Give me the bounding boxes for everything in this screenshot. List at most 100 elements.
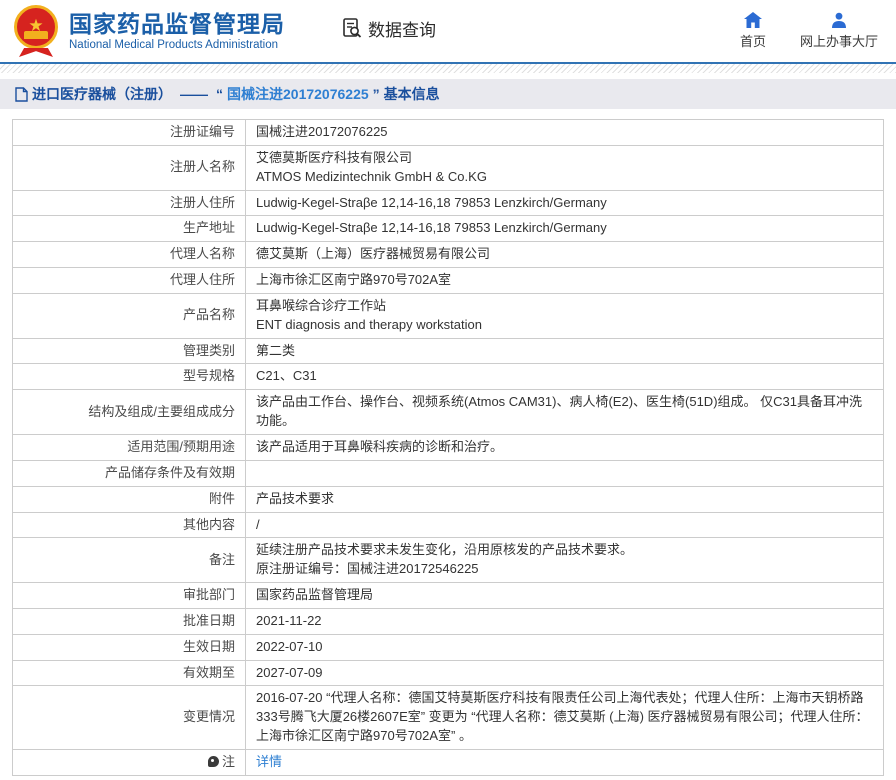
row-label: 注册证编号 bbox=[13, 120, 246, 146]
row-value: 2022-07-10 bbox=[246, 634, 884, 660]
site-subtitle: National Medical Products Administration bbox=[69, 39, 285, 51]
table-row: 管理类别第二类 bbox=[13, 338, 884, 364]
breadcrumb-quote-open: “ bbox=[216, 86, 223, 102]
table-row: 型号规格 C21、C31 bbox=[13, 364, 884, 390]
row-value: Ludwig-Kegel-Straβe 12,14-16,18 79853 Le… bbox=[246, 216, 884, 242]
row-value-line: Ludwig-Kegel-Straβe 12,14-16,18 79853 Le… bbox=[256, 219, 873, 238]
row-value-line: 该产品适用于耳鼻喉科疾病的诊断和治疗。 bbox=[256, 438, 873, 457]
table-row: 变更情况2016-07-20 “代理人名称：德国艾特莫斯医疗科技有限责任公司上海… bbox=[13, 686, 884, 750]
breadcrumb-separator: —— bbox=[180, 86, 208, 102]
breadcrumb-quote-close: ” bbox=[373, 86, 380, 102]
row-label: 注册人住所 bbox=[13, 190, 246, 216]
row-label: 产品储存条件及有效期 bbox=[13, 460, 246, 486]
row-label: 其他内容 bbox=[13, 512, 246, 538]
table-row: 适用范围/预期用途该产品适用于耳鼻喉科疾病的诊断和治疗。 bbox=[13, 434, 884, 460]
document-search-icon bbox=[341, 17, 363, 39]
row-value: 该产品由工作台、操作台、视频系统(Atmos CAM31)、病人椅(E2)、医生… bbox=[246, 390, 884, 435]
row-value-line: 艾德莫斯医疗科技有限公司 bbox=[256, 149, 873, 168]
row-value-line bbox=[256, 464, 873, 483]
row-label: 产品名称 bbox=[13, 293, 246, 338]
row-label: 附件 bbox=[13, 486, 246, 512]
table-row: 注详情 bbox=[13, 749, 884, 775]
nav-online-hall-label: 网上办事大厅 bbox=[800, 31, 878, 50]
row-label: 有效期至 bbox=[13, 660, 246, 686]
row-value-line: 2016-07-20 “代理人名称：德国艾特莫斯医疗科技有限责任公司上海代表处；… bbox=[256, 689, 873, 746]
row-value-line: 国家药品监督管理局 bbox=[256, 586, 873, 605]
table-row: 审批部门国家药品监督管理局 bbox=[13, 583, 884, 609]
table-row: 注册人名称艾德莫斯医疗科技有限公司ATMOS Medizintechnik Gm… bbox=[13, 145, 884, 190]
row-value-line: 上海市徐汇区南宁路970号702A室 bbox=[256, 271, 873, 290]
row-value: 2016-07-20 “代理人名称：德国艾特莫斯医疗科技有限责任公司上海代表处；… bbox=[246, 686, 884, 750]
header-nav: 首页 网上办事大厅 bbox=[740, 12, 878, 50]
row-value-line: 原注册证编号：国械注进20172546225 bbox=[256, 560, 873, 579]
table-row: 注册人住所 Ludwig-Kegel-Straβe 12,14-16,18 798… bbox=[13, 190, 884, 216]
emblem-ring: ★ bbox=[14, 5, 58, 49]
row-label: 型号规格 bbox=[13, 364, 246, 390]
table-row: 代理人名称德艾莫斯（上海）医疗器械贸易有限公司 bbox=[13, 242, 884, 268]
row-value-line: / bbox=[256, 516, 873, 535]
data-query-label: 数据查询 bbox=[368, 16, 436, 41]
row-label: 管理类别 bbox=[13, 338, 246, 364]
row-value: 国家药品监督管理局 bbox=[246, 583, 884, 609]
page: ★ 国家药品监督管理局 National Medical Products Ad… bbox=[0, 0, 896, 780]
national-emblem-logo: ★ bbox=[12, 4, 60, 58]
emblem-gate bbox=[24, 31, 48, 39]
table-row: 产品储存条件及有效期 bbox=[13, 460, 884, 486]
row-value-line: 德艾莫斯（上海）医疗器械贸易有限公司 bbox=[256, 245, 873, 264]
table-row: 注册证编号国械注进20172076225 bbox=[13, 120, 884, 146]
row-label: 备注 bbox=[13, 538, 246, 583]
row-value: Ludwig-Kegel-Straβe 12,14-16,18 79853 Le… bbox=[246, 190, 884, 216]
row-value: 延续注册产品技术要求未发生变化，沿用原核发的产品技术要求。原注册证编号：国械注进… bbox=[246, 538, 884, 583]
table-row: 有效期至 2027-07-09 bbox=[13, 660, 884, 686]
row-value-line: 2027-07-09 bbox=[256, 664, 873, 683]
nav-home[interactable]: 首页 bbox=[740, 12, 766, 50]
row-value: 产品技术要求 bbox=[246, 486, 884, 512]
nav-online-hall[interactable]: 网上办事大厅 bbox=[800, 12, 878, 50]
row-value: 耳鼻喉综合诊疗工作站ENT diagnosis and therapy work… bbox=[246, 293, 884, 338]
registration-info-table-wrap: 注册证编号国械注进20172076225注册人名称艾德莫斯医疗科技有限公司ATM… bbox=[0, 109, 896, 780]
site-header: ★ 国家药品监督管理局 National Medical Products Ad… bbox=[0, 0, 896, 62]
detail-link[interactable]: 详情 bbox=[256, 754, 282, 769]
user-icon bbox=[831, 12, 847, 28]
home-icon bbox=[744, 12, 762, 28]
row-value: 第二类 bbox=[246, 338, 884, 364]
breadcrumb-registration-number: 国械注进20172076225 bbox=[227, 84, 369, 104]
table-row: 生效日期2022-07-10 bbox=[13, 634, 884, 660]
row-label: 注 bbox=[13, 749, 246, 775]
data-query-nav[interactable]: 数据查询 bbox=[341, 16, 436, 41]
breadcrumb-suffix: 基本信息 bbox=[384, 84, 440, 104]
row-value: 艾德莫斯医疗科技有限公司ATMOS Medizintechnik GmbH & … bbox=[246, 145, 884, 190]
row-value: C21、C31 bbox=[246, 364, 884, 390]
row-value-line: ENT diagnosis and therapy workstation bbox=[256, 316, 873, 335]
row-value: 详情 bbox=[246, 749, 884, 775]
nav-home-label: 首页 bbox=[740, 31, 766, 50]
row-value: 2021-11-22 bbox=[246, 608, 884, 634]
table-row: 生产地址 Ludwig-Kegel-Straβe 12,14-16,18 7985… bbox=[13, 216, 884, 242]
row-label: 注册人名称 bbox=[13, 145, 246, 190]
row-value-line: 产品技术要求 bbox=[256, 490, 873, 509]
table-row: 其他内容 / bbox=[13, 512, 884, 538]
row-value-line: Ludwig-Kegel-Straβe 12,14-16,18 79853 Le… bbox=[256, 194, 873, 213]
row-label: 结构及组成/主要组成成分 bbox=[13, 390, 246, 435]
row-value: 国械注进20172076225 bbox=[246, 120, 884, 146]
table-row: 代理人住所上海市徐汇区南宁路970号702A室 bbox=[13, 268, 884, 294]
row-value-line: 该产品由工作台、操作台、视频系统(Atmos CAM31)、病人椅(E2)、医生… bbox=[256, 393, 873, 431]
table-row: 备注延续注册产品技术要求未发生变化，沿用原核发的产品技术要求。原注册证编号：国械… bbox=[13, 538, 884, 583]
row-value-line: 国械注进20172076225 bbox=[256, 123, 873, 142]
row-label: 生产地址 bbox=[13, 216, 246, 242]
registration-info-table: 注册证编号国械注进20172076225注册人名称艾德莫斯医疗科技有限公司ATM… bbox=[12, 119, 884, 776]
row-value-line: ATMOS Medizintechnik GmbH & Co.KG bbox=[256, 168, 873, 187]
row-value: 该产品适用于耳鼻喉科疾病的诊断和治疗。 bbox=[246, 434, 884, 460]
row-label: 变更情况 bbox=[13, 686, 246, 750]
table-row: 结构及组成/主要组成成分该产品由工作台、操作台、视频系统(Atmos CAM31… bbox=[13, 390, 884, 435]
row-value: / bbox=[246, 512, 884, 538]
row-value-line: 延续注册产品技术要求未发生变化，沿用原核发的产品技术要求。 bbox=[256, 541, 873, 560]
page-file-icon bbox=[15, 87, 28, 102]
row-value: 德艾莫斯（上海）医疗器械贸易有限公司 bbox=[246, 242, 884, 268]
row-label: 代理人住所 bbox=[13, 268, 246, 294]
row-value bbox=[246, 460, 884, 486]
row-value-line: C21、C31 bbox=[256, 367, 873, 386]
row-value-line: 2022-07-10 bbox=[256, 638, 873, 657]
row-value: 上海市徐汇区南宁路970号702A室 bbox=[246, 268, 884, 294]
emblem-ribbon bbox=[19, 48, 53, 57]
